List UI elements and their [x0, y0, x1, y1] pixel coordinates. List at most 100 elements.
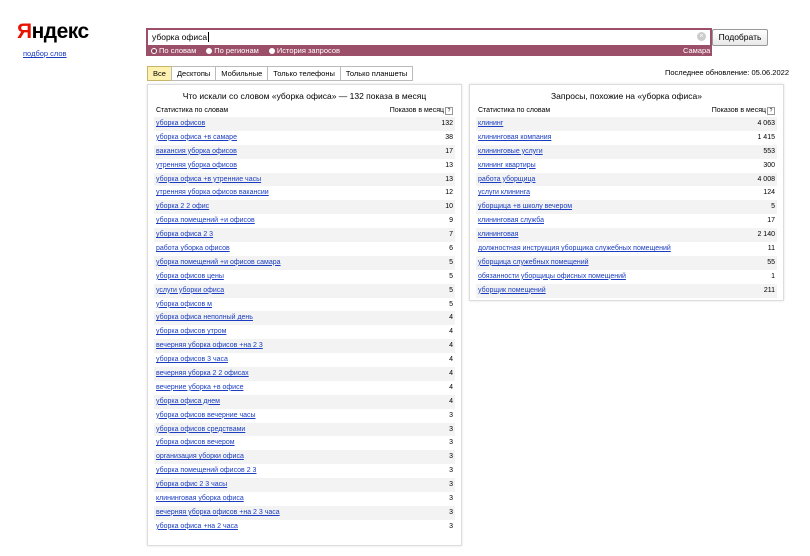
- keyword-link[interactable]: уборка 2 2 офис: [156, 200, 209, 214]
- impressions-count: 13: [445, 175, 453, 183]
- impressions-count: 124: [763, 189, 775, 197]
- keyword-link[interactable]: вечерняя уборка офисов +на 2 3: [156, 339, 263, 353]
- impressions-count: 1: [771, 272, 775, 280]
- radio-by-words[interactable]: По словам: [151, 46, 196, 55]
- table-row: уборка помещений +и офисов самара 5: [154, 255, 455, 270]
- keyword-link[interactable]: клининг: [478, 117, 503, 131]
- keyword-link[interactable]: уборка офисов цены: [156, 270, 224, 284]
- keyword-link[interactable]: уборка офис 2 3 часы: [156, 478, 227, 492]
- keyword-link[interactable]: уборка офисов вечерние часы: [156, 409, 256, 423]
- table-row: уборка офисов средствами 3: [154, 422, 455, 437]
- tab-phones[interactable]: Только телефоны: [267, 66, 341, 81]
- keyword-link[interactable]: клининговая служба: [478, 214, 544, 228]
- keyword-link[interactable]: уборка помещений офисов 2 3: [156, 464, 256, 478]
- radio-dot-icon: [206, 47, 213, 54]
- keyword-link[interactable]: уборка офиса 2 3: [156, 228, 213, 242]
- keyword-link[interactable]: клининговая: [478, 228, 518, 242]
- table-row: уборка помещений +и офисов 9: [154, 214, 455, 228]
- table-row: уборка офиса +в утренние часы 13: [154, 172, 455, 187]
- table-row: уборщица +в школу вечером 5: [476, 200, 777, 215]
- keyword-link[interactable]: уборка офисов 3 часа: [156, 353, 228, 367]
- keyword-link[interactable]: вечерние уборка +в офисе: [156, 381, 243, 395]
- radio-history[interactable]: История запросов: [268, 46, 340, 55]
- tab-mobile[interactable]: Мобильные: [215, 66, 269, 81]
- column-header: Статистика по словам: [478, 107, 551, 114]
- table-row: уборка офисов вечером 3: [154, 436, 455, 450]
- keyword-link[interactable]: уборка офиса +в утренние часы: [156, 173, 261, 187]
- search-button[interactable]: Подобрать: [712, 29, 768, 46]
- help-icon[interactable]: ?: [445, 107, 453, 115]
- keyword-link[interactable]: утренняя уборка офисов: [156, 159, 237, 173]
- keyword-link[interactable]: уборка офисов: [156, 117, 205, 131]
- region-link[interactable]: Самара: [683, 46, 710, 55]
- keyword-link[interactable]: уборка офисов м: [156, 298, 212, 312]
- keyword-link[interactable]: утренняя уборка офисов вакансии: [156, 186, 269, 200]
- keyword-link[interactable]: уборщица +в школу вечером: [478, 200, 572, 214]
- keyword-link[interactable]: уборка офиса неполный день: [156, 311, 253, 325]
- keyword-link[interactable]: уборщица служебных помещений: [478, 256, 589, 270]
- keyword-link[interactable]: организация уборки офиса: [156, 450, 244, 464]
- column-header: Статистика по словам: [156, 107, 229, 114]
- impressions-count: 4: [449, 314, 453, 322]
- table-row: вечерняя уборка офисов +на 2 3 часа 3: [154, 505, 455, 520]
- results-table: клининг 4 063 клининговая компания 1 415 кли…: [476, 117, 777, 298]
- radio-label: История запросов: [276, 46, 340, 55]
- keyword-link[interactable]: уборка помещений +и офисов: [156, 214, 255, 228]
- help-icon[interactable]: ?: [767, 107, 775, 115]
- close-icon[interactable]: ×: [697, 32, 706, 41]
- impressions-count: 3: [449, 467, 453, 475]
- keyword-link[interactable]: уборка помещений +и офисов самара: [156, 256, 281, 270]
- table-row: должностная инструкция уборщика служебны…: [476, 242, 777, 256]
- wordstat-link[interactable]: подбор слов: [23, 49, 67, 58]
- keyword-link[interactable]: должностная инструкция уборщика служебны…: [478, 242, 671, 256]
- impressions-count: 5: [449, 272, 453, 280]
- tab-tablets[interactable]: Только планшеты: [339, 66, 414, 81]
- tab-desktops[interactable]: Десктопы: [170, 66, 217, 81]
- keyword-link[interactable]: клининговая компания: [478, 131, 551, 145]
- impressions-count: 1 415: [757, 133, 775, 141]
- keyword-link[interactable]: услуги уборки офиса: [156, 284, 224, 298]
- keyword-link[interactable]: уборка офисов вечером: [156, 436, 235, 450]
- search-value: уборка офиса: [152, 32, 208, 42]
- last-updated: Последнее обновление: 05.06.2022: [665, 68, 789, 77]
- keyword-link[interactable]: вакансия уборка офисов: [156, 145, 237, 159]
- impressions-count: 3: [449, 453, 453, 461]
- results-table: уборка офисов 132 уборка офиса +в самаре 38…: [154, 117, 455, 534]
- tab-all[interactable]: Все: [147, 66, 172, 81]
- keyword-link[interactable]: уборка офиса днем: [156, 395, 220, 409]
- table-header: Статистика по словам Показов в месяц?: [478, 107, 775, 117]
- radio-by-regions[interactable]: По регионам: [206, 46, 259, 55]
- panel-title: Что искали со словом «уборка офиса» — 13…: [182, 91, 427, 101]
- table-row: уборка офиса +на 2 часа 3: [154, 520, 455, 534]
- radio-dot-icon: [151, 47, 157, 54]
- table-row: уборка офиса днем 4: [154, 394, 455, 409]
- column-header: Показов в месяц?: [390, 107, 453, 115]
- table-row: вечерние уборка +в офисе 4: [154, 381, 455, 395]
- table-row: уборка офисов утром 4: [154, 325, 455, 339]
- keyword-link[interactable]: клининговая уборка офиса: [156, 492, 244, 506]
- radio-label: По словам: [159, 46, 197, 55]
- table-row: обязанности уборщицы офисных помещений 1: [476, 270, 777, 284]
- keyword-link[interactable]: обязанности уборщицы офисных помещений: [478, 270, 626, 284]
- impressions-count: 12: [445, 189, 453, 197]
- keyword-link[interactable]: вечерняя уборка 2 2 офисах: [156, 367, 249, 381]
- keyword-link[interactable]: уборка офисов средствами: [156, 423, 245, 437]
- keyword-link[interactable]: уборщик помещений: [478, 284, 546, 298]
- column-header-label: Показов в месяц: [711, 107, 766, 114]
- keyword-link[interactable]: работа уборщица: [478, 173, 535, 187]
- keyword-link[interactable]: вечерняя уборка офисов +на 2 3 часа: [156, 506, 280, 520]
- keyword-link[interactable]: уборка офиса +в самаре: [156, 131, 237, 145]
- logo-text: ндекс: [31, 20, 90, 43]
- search-input[interactable]: уборка офиса: [152, 32, 210, 42]
- impressions-count: 4: [449, 356, 453, 364]
- table-row: вечерняя уборка 2 2 офисах 4: [154, 367, 455, 381]
- keyword-link[interactable]: работа уборка офисов: [156, 242, 230, 256]
- yandex-logo[interactable]: Яндекс: [17, 20, 89, 44]
- keyword-link[interactable]: услуги клининга: [478, 186, 530, 200]
- keyword-link[interactable]: уборка офисов утром: [156, 325, 226, 339]
- impressions-count: 3: [449, 481, 453, 489]
- impressions-count: 13: [445, 161, 453, 169]
- keyword-link[interactable]: уборка офиса +на 2 часа: [156, 520, 238, 534]
- keyword-link[interactable]: клининг квартиры: [478, 159, 536, 173]
- keyword-link[interactable]: клининговые услуги: [478, 145, 543, 159]
